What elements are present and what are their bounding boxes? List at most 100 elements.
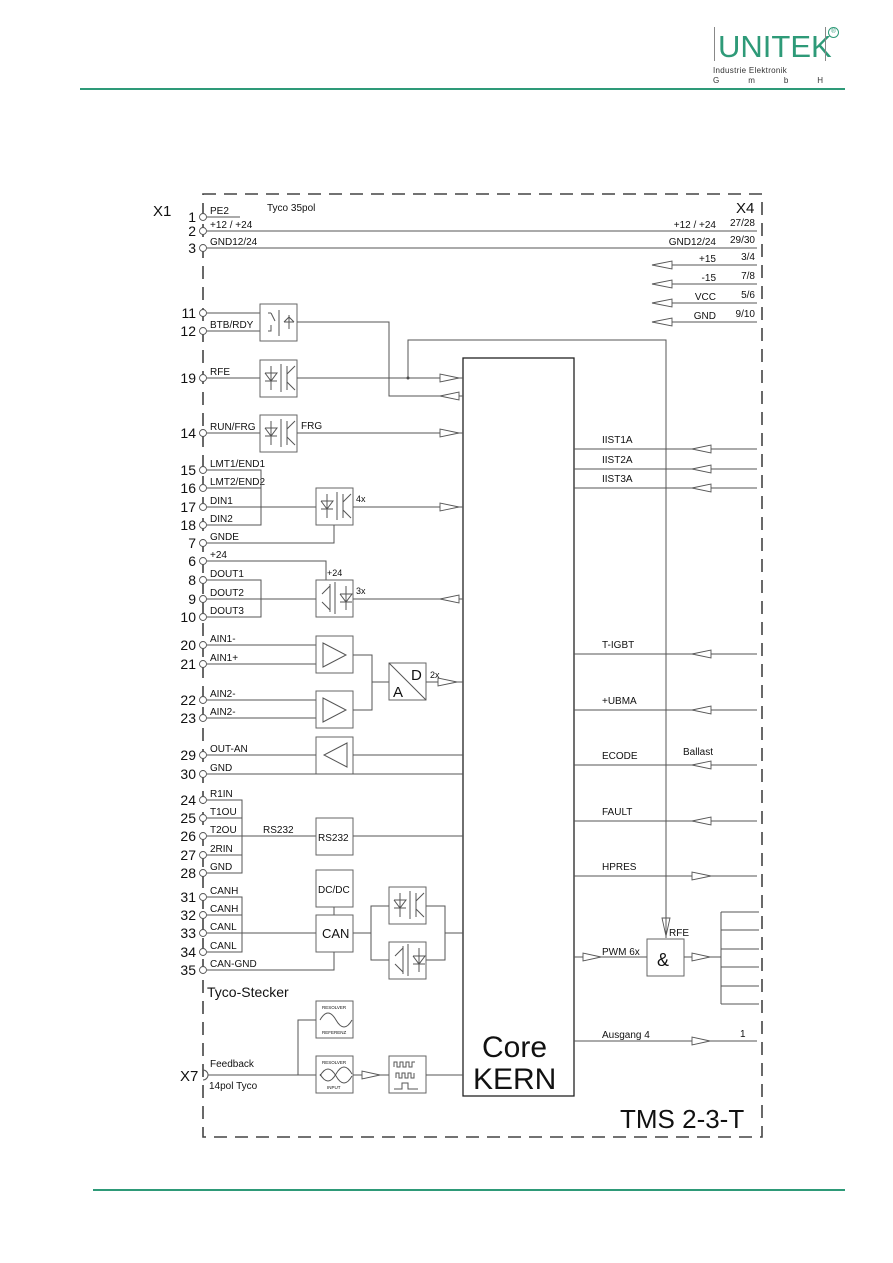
core-label-1: Core [482,1031,547,1064]
x4-pin-number: 27/28 [730,218,755,229]
pwm-label: PWM 6x [602,947,640,958]
x1-pin-group: 1 PE22 +12 / +243 GND12/241112 BTB/RDY19 RFE1… [180,206,265,978]
x1-pin-number: 11 [181,305,196,321]
x1-pin-signal: RFE [210,367,230,378]
terminal-icon [199,851,207,859]
terminal-icon [199,814,207,822]
x1-pin-number: 33 [180,925,196,941]
arrow-in-icon [651,279,673,289]
din-multiplier: 4x [356,494,366,504]
dout-multiplier: 3x [356,586,366,596]
x1-pin-signal: CANL [210,941,237,952]
right-signal-label: IIST1A [602,435,633,446]
x1-pin-signal: CAN-GND [210,959,257,970]
right-signal-label: IIST2A [602,455,633,466]
x1-pin-number: 19 [180,370,196,386]
adc-d-label: D [411,667,422,684]
terminal-icon [199,911,207,919]
terminal-icon [199,539,207,547]
terminal-icon [199,660,207,668]
x1-pin-signal: LMT2/END2 [210,477,265,488]
x1-pin-signal: DOUT3 [210,606,244,617]
arrow-in-icon [651,260,673,270]
block-diagram: X1 X4 Tyco 35pol Tyco-Stecker TMS 2-3-T … [153,193,763,1138]
din-optocoupler-box [315,487,354,526]
plus24-label: +24 [327,568,342,578]
arrow-in-icon [691,760,712,770]
terminal-icon [199,503,207,511]
x1-pin-number: 16 [180,480,196,496]
module-title: TMS 2-3-T [620,1104,744,1134]
x1-pin-signal: DOUT1 [210,569,244,580]
x1-pin-number: 35 [180,962,196,978]
terminal-icon [199,374,207,382]
x1-pin-signal: GND [210,763,232,774]
x1-pin-signal: 2RIN [210,844,233,855]
resolver-in-top-label: RESOLVER [322,1060,347,1065]
x1-pin-signal: DIN2 [210,514,233,525]
x1-pin-number: 15 [180,462,196,478]
x4-signal: VCC [695,292,716,303]
terminal-icon [199,929,207,937]
x1-pin-signal: +12 / +24 [210,220,253,231]
terminal-icon [199,613,207,621]
x1-pin-signal: AIN2- [210,689,236,700]
x1-pin-number: 29 [180,747,196,763]
x1-pin-number: 6 [188,553,196,569]
x1-pin-signal: PE2 [210,206,229,217]
arrow-in-icon [691,444,712,454]
arrow-out-icon [691,952,711,962]
terminal-icon [199,832,207,840]
terminal-icon [199,595,207,603]
x4-pin-group: +12 / +24 27/28 GND12/24 29/30 +15 3/4 -15 7/8 V… [669,218,756,322]
footer-rule [93,1189,845,1191]
arrow-in-icon [651,317,673,327]
x1-pin-number: 3 [188,240,196,256]
x1-pin-signal: GND [210,862,232,873]
x1-pin-number: 21 [180,656,196,672]
x4-pin-number: 7/8 [741,271,755,282]
x1-pin-signal: BTB/RDY [210,320,254,331]
x1-pin-signal: DOUT2 [210,588,244,599]
arrow-in-icon [691,816,712,826]
x1-pin-signal: LMT1/END1 [210,459,265,470]
x1-pin-number: 9 [188,591,196,607]
frg-label: FRG [301,421,322,432]
arrow-out-icon [361,1070,381,1080]
x1-pin-number: 12 [180,323,196,339]
x4-signal: GND [694,311,716,322]
arrow-out-icon [691,1036,711,1046]
ballast-label: Ballast [683,747,713,758]
x1-pin-signal: CANH [210,886,238,897]
x1-pin-signal: T2OU [210,825,237,836]
terminal-icon [199,796,207,804]
x1-pin-signal: GND12/24 [210,237,258,248]
x4-signal: +12 / +24 [674,220,717,231]
x4-pin-number: 29/30 [730,235,755,246]
can-tx-optocoupler-box [388,886,427,925]
x1-pin-number: 2 [188,223,196,239]
tyco-stecker-label: Tyco-Stecker [207,984,289,1000]
terminal-icon [199,557,207,565]
x1-pin-number: 34 [180,944,196,960]
x1-pin-signal: AIN1- [210,634,236,645]
arrow-out-icon [582,952,602,962]
pwm-fanout-wires [720,911,759,1005]
x1-label: X1 [153,203,171,220]
terminal-icon [199,466,207,474]
x1-pin-signal: OUT-AN [210,744,248,755]
x1-pin-number: 14 [180,425,196,441]
x4-pin-number: 5/6 [741,290,755,301]
x4-signal: +15 [699,254,716,265]
x1-pin-number: 24 [180,792,196,808]
x1-pin-signal: +24 [210,550,227,561]
rs232-line-label: RS232 [263,825,294,836]
x1-pin-number: 32 [180,907,196,923]
arrow-in-icon [691,483,712,493]
arrow-in-icon [651,298,673,308]
arrow-out-icon [437,677,458,687]
connector-note: Tyco 35pol [267,203,315,214]
resolver-ref-bottom-label: REFERENZ [322,1030,347,1035]
terminal-icon [199,309,207,317]
x1-pin-number: 18 [180,517,196,533]
